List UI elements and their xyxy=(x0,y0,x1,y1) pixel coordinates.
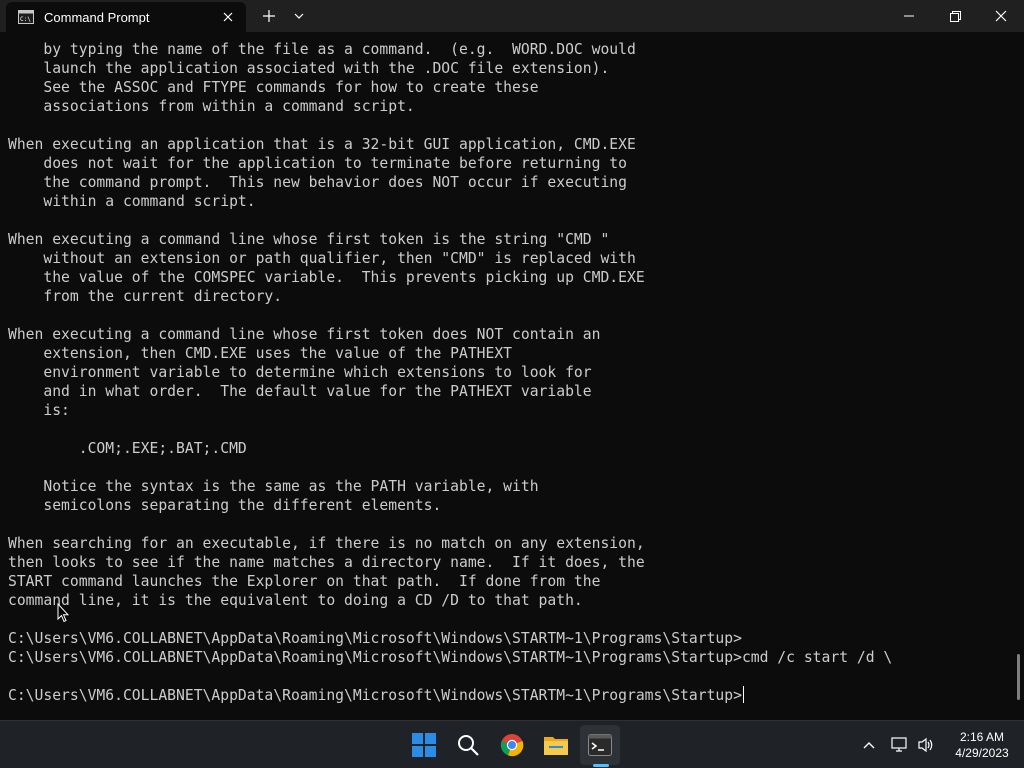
chevron-down-icon xyxy=(294,13,304,19)
terminal-line: launch the application associated with t… xyxy=(8,60,610,77)
terminal-line: the value of the COMSPEC variable. This … xyxy=(8,269,645,286)
terminal-line: command line, it is the equivalent to do… xyxy=(8,592,583,609)
prompt-text: C:\Users\VM6.COLLABNET\AppData\Roaming\M… xyxy=(8,687,742,704)
title-bar[interactable]: C:\ Command Prompt xyxy=(0,0,1024,32)
command-prompt-window: C:\ Command Prompt by typing the name of… xyxy=(0,0,1024,720)
terminal-line: When executing a command line whose firs… xyxy=(8,326,601,343)
terminal-line: from the current directory. xyxy=(8,288,283,305)
terminal-line: START command launches the Explorer on t… xyxy=(8,573,601,590)
terminal-line: When executing an application that is a … xyxy=(8,136,636,153)
terminal-line: When searching for an executable, if the… xyxy=(8,535,645,552)
windows-start-icon[interactable] xyxy=(404,725,444,765)
file-explorer-icon[interactable] xyxy=(536,725,576,765)
clock-time: 2:16 AM xyxy=(959,730,1005,744)
terminal-line: within a command script. xyxy=(8,193,256,210)
terminal-line: then looks to see if the name matches a … xyxy=(8,554,645,571)
minimize-button[interactable] xyxy=(886,0,932,32)
network-icon[interactable] xyxy=(888,729,912,761)
close-icon[interactable] xyxy=(216,5,240,29)
terminal-line: the command prompt. This new behavior do… xyxy=(8,174,627,191)
terminal-line: C:\Users\VM6.COLLABNET\AppData\Roaming\M… xyxy=(8,649,893,666)
terminal-line: Notice the syntax is the same as the PAT… xyxy=(8,478,539,495)
terminal-line: When executing a command line whose firs… xyxy=(8,231,610,248)
search-icon[interactable] xyxy=(448,725,488,765)
terminal-line: .COM;.EXE;.BAT;.CMD xyxy=(8,440,247,457)
tab-title: Command Prompt xyxy=(44,9,150,25)
terminal-line: associations from within a command scrip… xyxy=(8,98,415,115)
volume-icon[interactable] xyxy=(914,729,938,761)
terminal-line: is: xyxy=(8,402,70,419)
minimize-icon xyxy=(904,15,914,17)
svg-text:C:\: C:\ xyxy=(20,16,31,23)
terminal-line: extension, then CMD.EXE uses the value o… xyxy=(8,345,513,362)
close-window-button[interactable] xyxy=(978,0,1024,32)
close-icon xyxy=(995,10,1007,22)
terminal-line: by typing the name of the file as a comm… xyxy=(8,41,636,58)
command-prompt-line[interactable]: C:\Users\VM6.COLLABNET\AppData\Roaming\M… xyxy=(8,686,1008,705)
maximize-icon xyxy=(949,10,961,22)
terminal-icon[interactable] xyxy=(580,725,620,765)
cmd-icon: C:\ xyxy=(18,9,34,25)
terminal-line: semicolons separating the different elem… xyxy=(8,497,442,514)
tab-dropdown-button[interactable] xyxy=(286,0,312,32)
taskbar: 2:16 AM 4/29/2023 xyxy=(0,720,1024,768)
clock-date: 4/29/2023 xyxy=(955,746,1009,760)
terminal-line: and in what order. The default value for… xyxy=(8,383,592,400)
scrollbar-thumb[interactable] xyxy=(1017,654,1020,700)
maximize-button[interactable] xyxy=(932,0,978,32)
text-cursor xyxy=(742,686,744,703)
plus-icon xyxy=(263,10,275,22)
terminal-line: without an extension or path qualifier, … xyxy=(8,250,636,267)
terminal-line: environment variable to determine which … xyxy=(8,364,592,381)
chrome-icon[interactable] xyxy=(492,725,532,765)
tab-command-prompt[interactable]: C:\ Command Prompt xyxy=(6,2,246,32)
terminal-line: C:\Users\VM6.COLLABNET\AppData\Roaming\M… xyxy=(8,630,742,647)
active-app-indicator xyxy=(593,764,609,767)
terminal-line: does not wait for the application to ter… xyxy=(8,155,627,172)
chevron-up-icon[interactable] xyxy=(858,729,880,761)
taskbar-clock[interactable]: 2:16 AM 4/29/2023 xyxy=(944,729,1020,761)
terminal-output[interactable]: by typing the name of the file as a comm… xyxy=(8,40,1008,716)
mouse-pointer-icon xyxy=(57,602,70,623)
terminal-line: See the ASSOC and FTYPE commands for how… xyxy=(8,79,539,96)
new-tab-button[interactable] xyxy=(254,0,284,32)
